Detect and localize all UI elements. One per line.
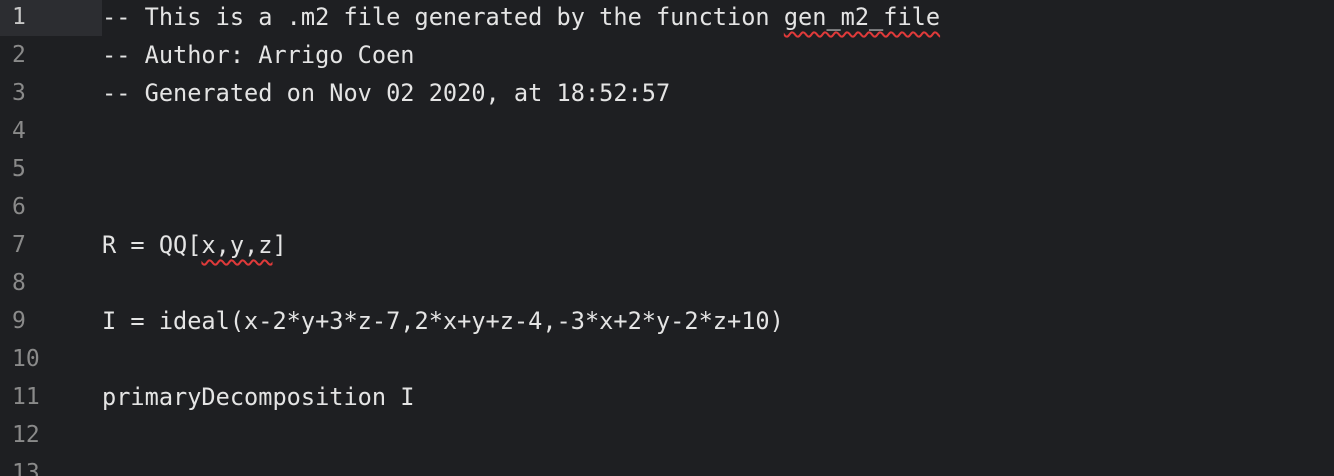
editor-line-8[interactable]: 8 xyxy=(0,264,1334,302)
comment-text: -- This is a .m2 file generated by the f… xyxy=(102,3,784,31)
line-number: 7 xyxy=(12,232,26,258)
editor-line-10[interactable]: 10 xyxy=(0,340,1334,378)
code-text[interactable]: -- Author: Arrigo Coen xyxy=(102,36,415,74)
editor-line-6[interactable]: 6 xyxy=(0,188,1334,226)
line-number: 4 xyxy=(12,118,26,144)
editor-line-9[interactable]: 9 I = ideal(x-2*y+3*z-7,2*x+y+z-4,-3*x+2… xyxy=(0,302,1334,340)
editor-line-1[interactable]: 1 -- This is a .m2 file generated by the… xyxy=(0,0,1334,36)
editor-line-13[interactable]: 13 xyxy=(0,454,1334,476)
code-editor[interactable]: 1 -- This is a .m2 file generated by the… xyxy=(0,0,1334,476)
spellcheck-flagged-word[interactable]: gen_m2_file xyxy=(784,3,940,31)
code-text[interactable]: I = ideal(x-2*y+3*z-7,2*x+y+z-4,-3*x+2*y… xyxy=(102,302,784,340)
line-number: 12 xyxy=(12,422,40,448)
code-text[interactable]: R = QQ[x,y,z] xyxy=(102,226,287,264)
line-number: 3 xyxy=(12,80,26,106)
editor-line-2[interactable]: 2 -- Author: Arrigo Coen xyxy=(0,36,1334,74)
code-text-pre: R = QQ[ xyxy=(102,231,202,259)
line-number: 5 xyxy=(12,156,26,182)
editor-line-7[interactable]: 7 R = QQ[x,y,z] xyxy=(0,226,1334,264)
code-text[interactable]: -- Generated on Nov 02 2020, at 18:52:57 xyxy=(102,74,670,112)
line-number: 2 xyxy=(12,42,26,68)
editor-line-3[interactable]: 3 -- Generated on Nov 02 2020, at 18:52:… xyxy=(0,74,1334,112)
editor-line-12[interactable]: 12 xyxy=(0,416,1334,454)
editor-line-5[interactable]: 5 xyxy=(0,150,1334,188)
code-text[interactable]: -- This is a .m2 file generated by the f… xyxy=(102,0,940,36)
line-number: 10 xyxy=(12,346,40,372)
line-number: 8 xyxy=(12,270,26,296)
editor-line-11[interactable]: 11 primaryDecomposition I xyxy=(0,378,1334,416)
line-number: 13 xyxy=(12,460,40,476)
editor-line-4[interactable]: 4 xyxy=(0,112,1334,150)
line-number: 9 xyxy=(12,308,26,334)
code-text[interactable]: primaryDecomposition I xyxy=(102,378,415,416)
spellcheck-flagged-word[interactable]: x,y,z xyxy=(201,231,272,259)
code-text-post: ] xyxy=(272,231,287,259)
line-number: 6 xyxy=(12,194,26,220)
line-number: 1 xyxy=(0,0,54,36)
line-number: 11 xyxy=(12,384,40,410)
